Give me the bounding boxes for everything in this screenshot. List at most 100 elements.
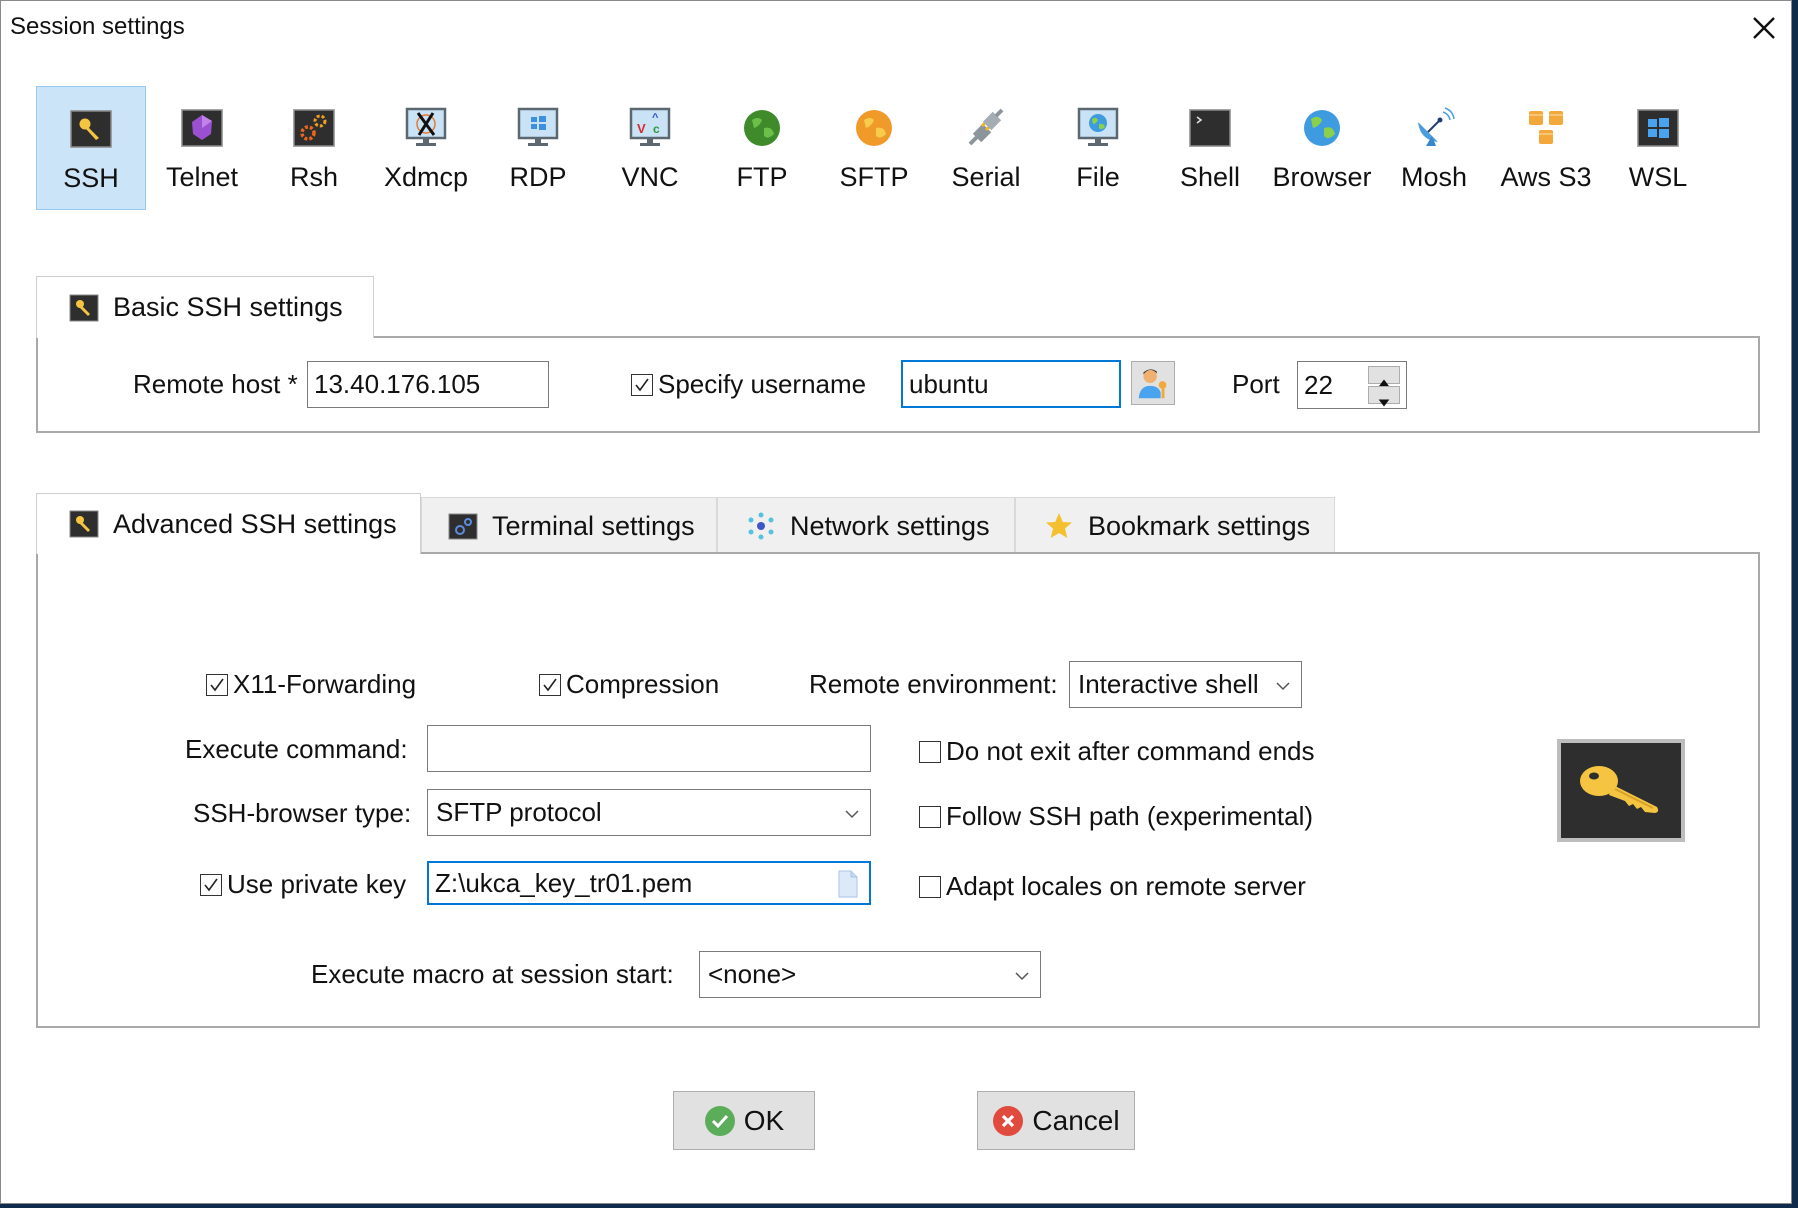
session-type-vnc[interactable]: V c ^ VNC (595, 86, 705, 210)
compression-checkbox[interactable]: Compression (539, 669, 719, 700)
remote-environment-label: Remote environment: (809, 669, 1058, 699)
svg-text:^: ^ (652, 112, 659, 124)
remote-host-input[interactable]: 13.40.176.105 (307, 361, 549, 408)
execute-command-input[interactable] (427, 725, 871, 772)
tab-label: Bookmark settings (1088, 510, 1311, 541)
session-type-label: Shell (1179, 162, 1241, 192)
checkmark-circle-icon (704, 1105, 735, 1136)
specify-username-checkbox[interactable]: Specify username (631, 369, 866, 400)
user-key-icon (1138, 369, 1167, 399)
remote-environment-value: Interactive shell (1078, 669, 1259, 699)
session-type-file[interactable]: File (1043, 86, 1153, 210)
do-not-exit-checkbox[interactable]: Do not exit after command ends (919, 736, 1315, 767)
session-type-label: Aws S3 (1500, 162, 1592, 192)
tab-advanced-ssh-settings[interactable]: Advanced SSH settings (36, 493, 421, 554)
cancel-button[interactable]: Cancel (977, 1091, 1135, 1150)
port-increment-button[interactable] (1368, 366, 1400, 387)
tab-bookmark-settings[interactable]: Bookmark settings (1015, 497, 1335, 554)
session-type-browser[interactable]: Browser (1267, 86, 1377, 210)
do-not-exit-label: Do not exit after command ends (946, 736, 1315, 766)
session-type-label: Telnet (165, 162, 239, 192)
svg-text:V: V (637, 121, 646, 136)
session-type-serial[interactable]: Serial (931, 86, 1041, 210)
session-type-aws-s3[interactable]: Aws S3 (1491, 86, 1601, 210)
ssh-browser-type-label: SSH-browser type: (193, 798, 412, 828)
browse-file-icon[interactable] (837, 870, 859, 898)
tab-terminal-settings[interactable]: Terminal settings (421, 497, 717, 554)
follow-ssh-path-checkbox[interactable]: Follow SSH path (experimental) (919, 801, 1313, 832)
checkbox-box[interactable] (919, 875, 941, 898)
ssh-key-graphic (1557, 739, 1685, 842)
telnet-gem-icon (181, 109, 223, 147)
sftp-globe-icon (856, 110, 892, 146)
private-key-path-input[interactable]: Z:\ukca_key_tr01.pem (427, 861, 871, 905)
session-type-label: WSL (1628, 162, 1688, 192)
remote-host-value: 13.40.176.105 (314, 369, 481, 399)
tab-basic-ssh-settings[interactable]: Basic SSH settings (36, 276, 374, 338)
ssh-browser-type-value: SFTP protocol (436, 797, 602, 827)
execute-command-label: Execute command: (185, 734, 408, 764)
ssh-key-icon (69, 510, 99, 538)
execute-macro-label: Execute macro at session start: (311, 959, 674, 989)
ok-button[interactable]: OK (673, 1091, 815, 1150)
ok-label: OK (743, 1104, 785, 1136)
adapt-locales-checkbox[interactable]: Adapt locales on remote server (919, 871, 1306, 902)
dialog-title: Session settings (10, 13, 185, 40)
session-type-label: SSH (63, 163, 119, 193)
session-type-rdp[interactable]: RDP (483, 86, 593, 210)
tab-label: Basic SSH settings (113, 292, 343, 322)
xdmcp-monitor-icon (405, 107, 447, 146)
checkbox-box[interactable] (919, 805, 941, 828)
session-type-shell[interactable]: Shell (1155, 86, 1265, 210)
wsl-windows-icon (1637, 109, 1679, 147)
compression-label: Compression (566, 669, 720, 699)
ftp-globe-icon (744, 110, 780, 146)
session-settings-dialog: Session settings SSH Telnet Rsh Xdmcp RD… (0, 0, 1792, 1204)
session-type-label: Xdmcp (383, 162, 469, 192)
session-type-ssh[interactable]: SSH (36, 86, 146, 210)
port-decrement-button[interactable] (1368, 386, 1400, 407)
session-type-label: VNC (621, 162, 679, 192)
session-type-wsl[interactable]: WSL (1603, 86, 1713, 210)
session-type-ftp[interactable]: FTP (707, 86, 817, 210)
session-type-label: Mosh (1400, 162, 1468, 192)
shell-terminal-icon (1189, 109, 1231, 147)
ssh-key-icon (69, 294, 99, 321)
username-input[interactable]: ubuntu (901, 360, 1121, 408)
remote-environment-select[interactable]: Interactive shell (1069, 661, 1302, 708)
session-type-rsh[interactable]: Rsh (259, 86, 369, 210)
checkmark-icon (543, 678, 557, 691)
adapt-locales-label: Adapt locales on remote server (946, 871, 1306, 901)
use-private-key-checkbox[interactable]: Use private key (200, 869, 406, 900)
checkmark-icon (210, 678, 224, 691)
port-label: Port (1232, 369, 1280, 399)
x11-forwarding-checkbox[interactable]: X11-Forwarding (206, 669, 416, 700)
tab-network-settings[interactable]: Network settings (717, 497, 1015, 554)
session-type-mosh[interactable]: Mosh (1379, 86, 1489, 210)
session-type-sftp[interactable]: SFTP (819, 86, 929, 210)
session-type-telnet[interactable]: Telnet (147, 86, 257, 210)
execute-macro-select[interactable]: <none> (699, 951, 1041, 998)
chevron-down-icon (1276, 681, 1290, 690)
svg-text:c: c (653, 122, 660, 136)
terminal-icon (448, 513, 478, 540)
checkbox-box[interactable] (539, 673, 561, 696)
file-monitor-icon (1077, 107, 1119, 146)
checkbox-box[interactable] (206, 673, 228, 696)
ssh-browser-type-select[interactable]: SFTP protocol (427, 789, 871, 836)
close-button[interactable] (1747, 11, 1781, 45)
rsh-gears-icon (293, 109, 335, 147)
checkbox-box[interactable] (631, 373, 653, 396)
session-type-label: Browser (1272, 162, 1372, 192)
session-type-label: RDP (509, 162, 567, 192)
network-icon (748, 512, 774, 540)
checkbox-box[interactable] (200, 873, 222, 896)
chevron-down-icon (845, 809, 859, 818)
username-value: ubuntu (909, 368, 989, 399)
user-credentials-button[interactable] (1131, 361, 1175, 405)
tab-label: Advanced SSH settings (113, 508, 397, 539)
vnc-monitor-icon: V c ^ (629, 107, 671, 146)
port-spinner[interactable]: 22 (1297, 361, 1407, 409)
checkbox-box[interactable] (919, 740, 941, 763)
session-type-xdmcp[interactable]: Xdmcp (371, 86, 481, 210)
